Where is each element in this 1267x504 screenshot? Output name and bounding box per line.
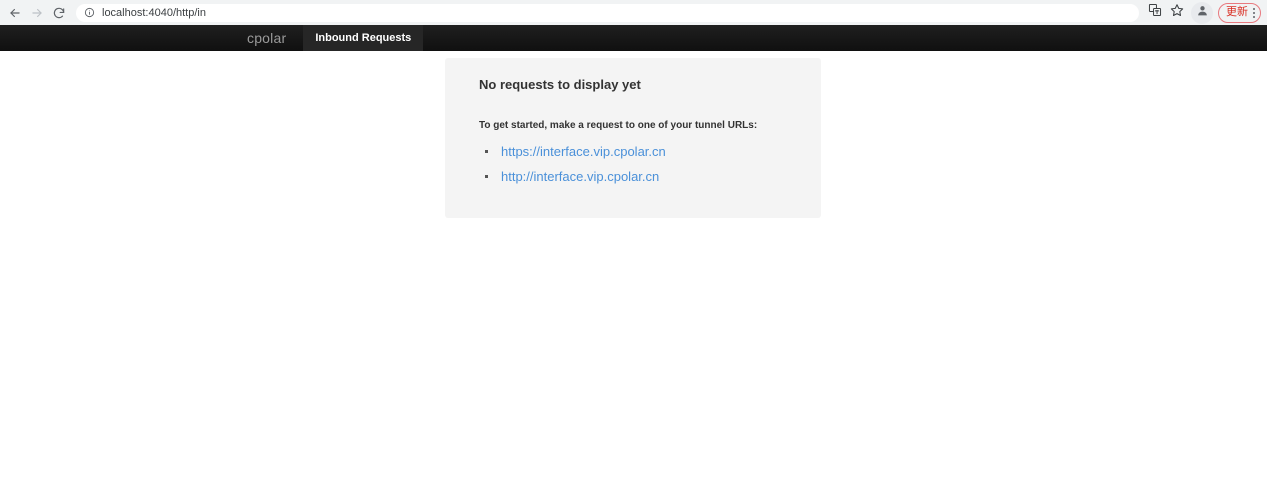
forward-arrow-icon bbox=[30, 6, 44, 20]
forward-button[interactable] bbox=[26, 2, 48, 24]
bookmark-button[interactable] bbox=[1167, 3, 1187, 23]
address-bar[interactable]: localhost:4040/http/in bbox=[76, 3, 1139, 22]
tab-inbound-requests[interactable]: Inbound Requests bbox=[303, 25, 424, 51]
empty-state-card: No requests to display yet To get starte… bbox=[445, 58, 821, 218]
bullet-icon bbox=[485, 175, 488, 178]
list-item: http://interface.vip.cpolar.cn bbox=[479, 168, 821, 185]
url-text[interactable]: localhost:4040/http/in bbox=[102, 4, 206, 22]
reload-icon bbox=[52, 6, 66, 20]
tunnel-url-link[interactable]: http://interface.vip.cpolar.cn bbox=[501, 168, 659, 185]
tunnel-url-list: https://interface.vip.cpolar.cn http://i… bbox=[479, 143, 821, 185]
navigation-buttons bbox=[4, 2, 70, 24]
info-circle-icon[interactable] bbox=[84, 7, 95, 18]
update-label: 更新 bbox=[1226, 6, 1248, 18]
browser-toolbar: localhost:4040/http/in 更新 bbox=[0, 0, 1267, 25]
tunnel-url-link[interactable]: https://interface.vip.cpolar.cn bbox=[501, 143, 666, 160]
star-icon bbox=[1170, 3, 1184, 22]
translate-button[interactable] bbox=[1145, 3, 1165, 23]
page-content: No requests to display yet To get starte… bbox=[0, 51, 1267, 504]
back-arrow-icon bbox=[8, 6, 22, 20]
update-button[interactable]: 更新 bbox=[1218, 2, 1261, 23]
three-dot-menu-icon[interactable] bbox=[1253, 7, 1255, 18]
toolbar-actions: 更新 bbox=[1145, 1, 1263, 24]
profile-button[interactable] bbox=[1191, 1, 1213, 24]
bullet-icon bbox=[485, 150, 488, 153]
reload-button[interactable] bbox=[48, 2, 70, 24]
brand-logo[interactable]: cpolar bbox=[230, 25, 303, 51]
translate-icon bbox=[1148, 3, 1162, 22]
back-button[interactable] bbox=[4, 2, 26, 24]
page-title: No requests to display yet bbox=[479, 77, 641, 92]
list-item: https://interface.vip.cpolar.cn bbox=[479, 143, 821, 160]
app-navbar: cpolar Inbound Requests bbox=[0, 25, 1267, 51]
card-subtitle: To get started, make a request to one of… bbox=[479, 120, 758, 131]
profile-avatar-icon bbox=[1196, 4, 1209, 22]
